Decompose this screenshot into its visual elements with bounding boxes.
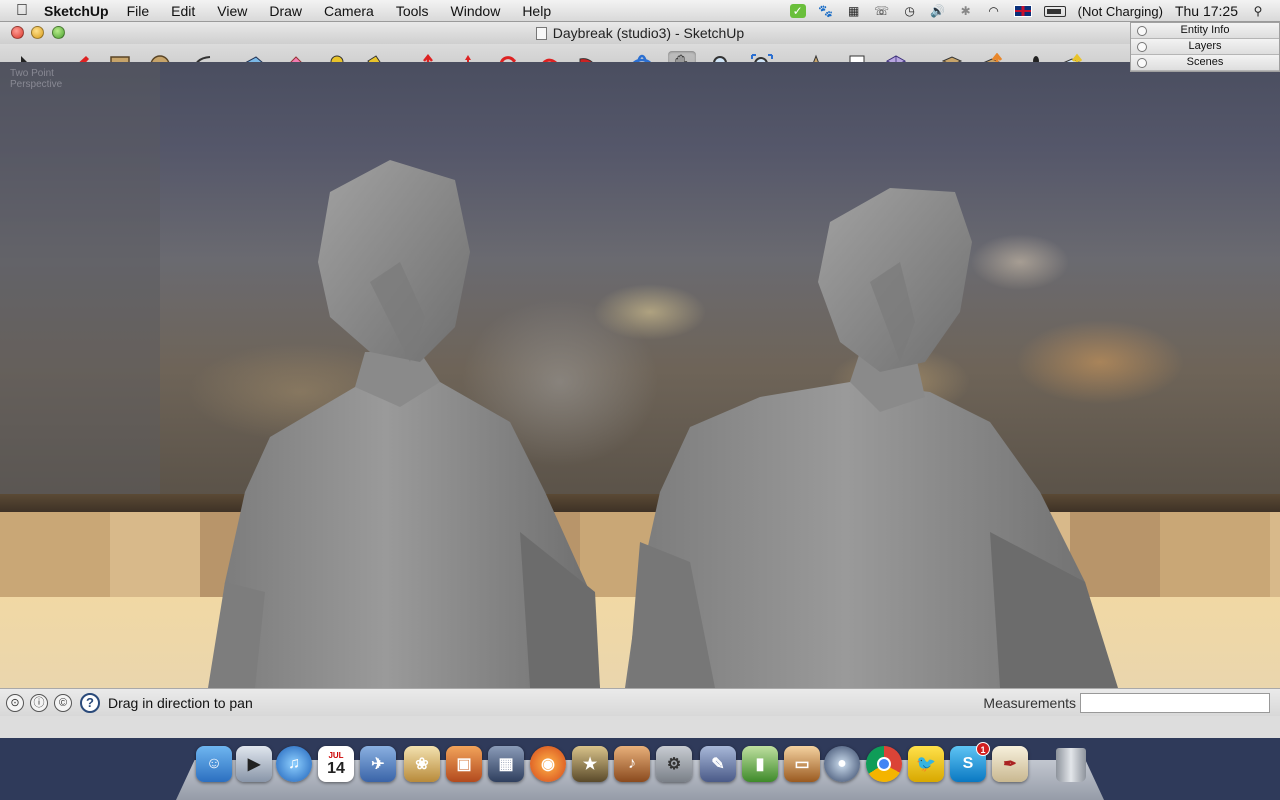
status-hint: Drag in direction to pan — [108, 694, 253, 711]
imovie-icon[interactable]: ★ — [572, 746, 608, 782]
ical-month: JUL — [328, 750, 344, 760]
palette-layers-label: Layers — [1188, 40, 1222, 52]
palette-scenes-label: Scenes — [1186, 56, 1224, 68]
twitterrific-icon[interactable]: 🐦 — [908, 746, 944, 782]
garageband-icon[interactable]: ♪ — [614, 746, 650, 782]
paw-icon[interactable]: 🐾 — [818, 4, 834, 18]
menu-camera[interactable]: Camera — [324, 3, 374, 19]
input-source-flag-icon[interactable] — [1013, 5, 1032, 17]
dvd-player-icon[interactable]: ● — [824, 746, 860, 782]
trash-icon[interactable] — [1056, 748, 1086, 782]
numbers-icon[interactable]: ▮ — [742, 746, 778, 782]
skype-icon[interactable]: S1 — [950, 742, 990, 782]
tray-palette: Entity Info Layers Scenes — [1130, 22, 1280, 72]
collapse-dot-icon[interactable] — [1137, 58, 1147, 68]
menu-edit[interactable]: Edit — [171, 3, 195, 19]
help-icon[interactable]: ? — [80, 692, 100, 713]
battery-status[interactable]: (Not Charging) — [1078, 4, 1163, 19]
grid-icon[interactable]: ▦ — [846, 4, 862, 18]
user-status-icon[interactable]: © — [54, 693, 72, 712]
script-editor-icon[interactable]: ✎ — [700, 746, 736, 782]
keynote-icon[interactable]: ▭ — [784, 746, 820, 782]
ical-icon[interactable]: JUL 14 — [318, 746, 354, 782]
clock[interactable]: Thu 17:25 — [1175, 3, 1238, 19]
right-figure[interactable] — [625, 188, 1118, 688]
ical-date: 14 — [327, 759, 345, 777]
bluetooth-icon[interactable]: ✱ — [958, 4, 974, 18]
collapse-dot-icon[interactable] — [1137, 26, 1147, 36]
menu-window[interactable]: Window — [451, 3, 501, 19]
palette-scenes[interactable]: Scenes — [1131, 55, 1279, 71]
firefox-icon[interactable]: ◉ — [530, 746, 566, 782]
chrome-icon[interactable] — [866, 746, 902, 782]
spotlight-search-icon[interactable]: ⚲ — [1250, 4, 1266, 18]
palette-layers[interactable]: Layers — [1131, 39, 1279, 55]
minimize-window-button[interactable] — [31, 26, 44, 39]
volume-icon[interactable]: 🔊 — [930, 4, 946, 18]
photos-icon[interactable]: ▣ — [446, 746, 482, 782]
collapse-dot-icon[interactable] — [1137, 42, 1147, 52]
menu-draw[interactable]: Draw — [269, 3, 302, 19]
drawing-viewport[interactable]: Two Point Perspective — [0, 62, 1280, 688]
palette-entity-info[interactable]: Entity Info — [1131, 23, 1279, 39]
itunes-icon[interactable]: ♫ — [276, 746, 312, 782]
apple-menu-icon[interactable]:  — [0, 2, 44, 20]
measurements-input[interactable] — [1080, 693, 1270, 713]
left-figure[interactable] — [208, 160, 600, 688]
menu-view[interactable]: View — [217, 3, 247, 19]
menu-file[interactable]: File — [127, 3, 150, 19]
menu-bar:  SketchUp File Edit View Draw Camera To… — [0, 0, 1280, 22]
credits-icon[interactable]: ⓘ — [30, 693, 48, 712]
system-preferences-icon[interactable]: ⚙ — [656, 746, 692, 782]
evernote-icon[interactable]: ✓ — [789, 4, 806, 18]
skype-notification-badge: 1 — [976, 742, 990, 756]
facetime-icon[interactable]: ▶ — [236, 746, 272, 782]
preview-icon[interactable]: ✈ — [360, 746, 396, 782]
time-machine-icon[interactable]: ◷ — [902, 4, 918, 18]
phone-icon[interactable]: ☏ — [874, 4, 890, 18]
human-figures — [208, 160, 1118, 688]
menu-app-name[interactable]: SketchUp — [44, 3, 109, 19]
textedit-icon[interactable]: ✒ — [992, 746, 1028, 782]
dashboard-icon[interactable]: ▦ — [488, 746, 524, 782]
finder-icon[interactable]: ☺ — [196, 746, 232, 782]
status-menus: ✓ 🐾 ▦ ☏ ◷ 🔊 ✱ ◠ (Not Charging) Thu 17:25… — [789, 0, 1280, 22]
iphoto-icon[interactable]: ❀ — [404, 746, 440, 782]
status-bar: ⊙ ⓘ © ? Drag in direction to pan Measure… — [0, 688, 1280, 716]
geolocation-icon[interactable]: ⊙ — [6, 693, 24, 712]
window-title: Daybreak (studio3) - SketchUp — [552, 25, 745, 41]
zoom-window-button[interactable] — [52, 26, 65, 39]
wifi-icon[interactable]: ◠ — [986, 4, 1002, 18]
palette-entity-info-label: Entity Info — [1180, 24, 1230, 36]
document-proxy-icon[interactable] — [535, 27, 547, 40]
dock: ☺ ▶ ♫ JUL 14 ✈ ❀ ▣ ▦ ◉ ★ ♪ ⚙ ✎ ▮ ▭ ● 🐦 S1… — [0, 738, 1280, 800]
chrome-center-icon — [877, 757, 891, 771]
close-window-button[interactable] — [11, 26, 24, 39]
menu-tools[interactable]: Tools — [396, 3, 429, 19]
measurements-label: Measurements — [983, 695, 1076, 711]
menu-help[interactable]: Help — [522, 3, 551, 19]
battery-icon[interactable] — [1043, 5, 1066, 17]
title-bar[interactable]: Daybreak (studio3) - SketchUp — [0, 22, 1280, 44]
